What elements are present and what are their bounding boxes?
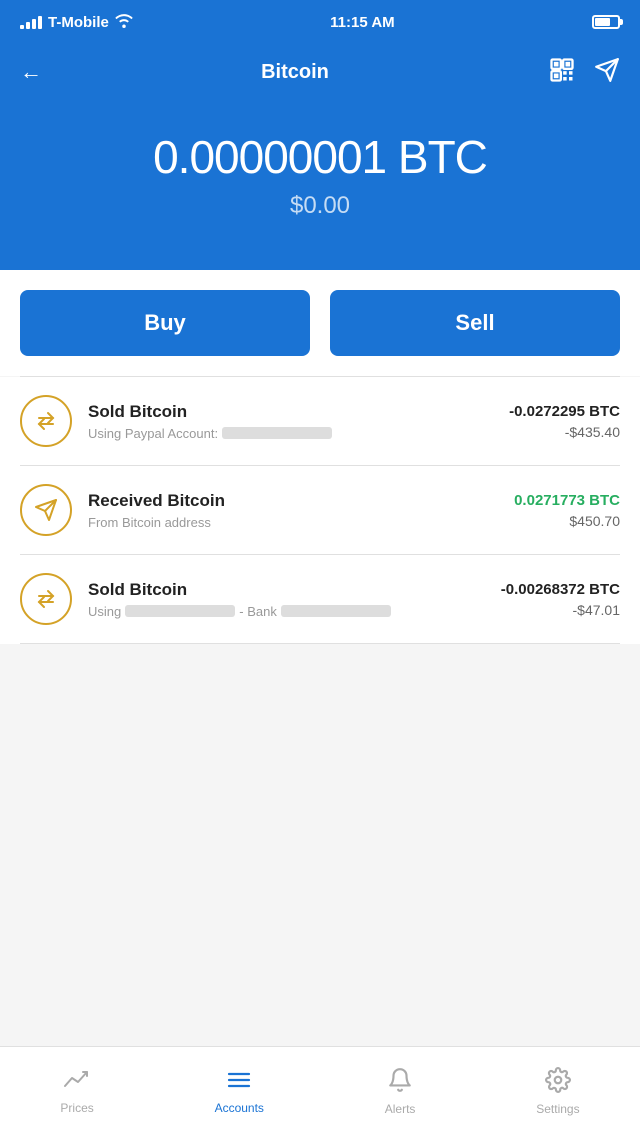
status-left: T-Mobile <box>20 14 133 31</box>
page-title: Bitcoin <box>261 61 329 84</box>
buy-button[interactable]: Buy <box>20 290 310 356</box>
tx-subtitle-2: From Bitcoin address <box>88 515 498 530</box>
accounts-icon <box>225 1068 253 1097</box>
tx-subtitle-1: Using Paypal Account: <box>88 426 493 441</box>
tab-accounts[interactable]: Accounts <box>195 1058 284 1125</box>
signal-bars <box>20 16 42 29</box>
table-row[interactable]: Received Bitcoin From Bitcoin address 0.… <box>0 466 640 554</box>
wifi-icon <box>115 14 133 31</box>
time-label: 11:15 AM <box>330 14 394 31</box>
tab-prices[interactable]: Prices <box>40 1058 113 1125</box>
status-bar: T-Mobile 11:15 AM <box>0 0 640 44</box>
table-row[interactable]: Sold Bitcoin Using - Bank -0.00268372 BT… <box>0 555 640 643</box>
status-right <box>592 15 620 29</box>
tx-amount-3: -0.00268372 BTC -$47.01 <box>501 581 620 618</box>
tx-btc-2: 0.0271773 BTC <box>514 492 620 509</box>
tx-usd-2: $450.70 <box>514 513 620 529</box>
tx-usd-1: -$435.40 <box>509 424 620 440</box>
tab-settings[interactable]: Settings <box>516 1057 599 1126</box>
action-buttons: Buy Sell <box>0 270 640 376</box>
settings-label: Settings <box>536 1102 579 1116</box>
usd-balance: $0.00 <box>20 192 620 220</box>
nav-bar: ← Bitcoin <box>0 44 640 100</box>
accounts-label: Accounts <box>215 1101 264 1115</box>
qr-icon[interactable] <box>548 56 576 89</box>
battery-icon <box>592 15 620 29</box>
tx-icon-sell-1 <box>20 395 72 447</box>
tx-usd-3: -$47.01 <box>501 602 620 618</box>
tx-title-3: Sold Bitcoin <box>88 580 485 600</box>
tx-amount-2: 0.0271773 BTC $450.70 <box>514 492 620 529</box>
tab-alerts[interactable]: Alerts <box>365 1057 436 1126</box>
prices-label: Prices <box>60 1101 93 1115</box>
back-button[interactable]: ← <box>20 59 42 85</box>
tx-content-1: Sold Bitcoin Using Paypal Account: <box>88 402 493 441</box>
btc-balance: 0.00000001 BTC <box>20 130 620 184</box>
redacted-1 <box>222 427 332 439</box>
sell-button[interactable]: Sell <box>330 290 620 356</box>
nav-icons <box>548 56 620 89</box>
prices-icon <box>63 1068 91 1097</box>
divider-4 <box>20 643 620 644</box>
tab-bar: Prices Accounts Alerts Settings <box>0 1046 640 1136</box>
tx-title-2: Received Bitcoin <box>88 491 498 511</box>
tx-icon-sell-2 <box>20 573 72 625</box>
redacted-3a <box>125 605 235 617</box>
table-row[interactable]: Sold Bitcoin Using Paypal Account: -0.02… <box>0 377 640 465</box>
settings-icon <box>545 1067 571 1098</box>
send-icon[interactable] <box>594 57 620 88</box>
carrier-label: T-Mobile <box>48 14 109 31</box>
alerts-label: Alerts <box>385 1102 416 1116</box>
hero-section: 0.00000001 BTC $0.00 <box>0 100 640 270</box>
tx-content-2: Received Bitcoin From Bitcoin address <box>88 491 498 530</box>
redacted-3b <box>281 605 391 617</box>
tx-content-3: Sold Bitcoin Using - Bank <box>88 580 485 619</box>
tx-btc-3: -0.00268372 BTC <box>501 581 620 598</box>
tx-icon-receive-1 <box>20 484 72 536</box>
tx-btc-1: -0.0272295 BTC <box>509 403 620 420</box>
tx-subtitle-3: Using - Bank <box>88 604 485 619</box>
alerts-icon <box>387 1067 413 1098</box>
tx-amount-1: -0.0272295 BTC -$435.40 <box>509 403 620 440</box>
tx-title-1: Sold Bitcoin <box>88 402 493 422</box>
transaction-list: Sold Bitcoin Using Paypal Account: -0.02… <box>0 377 640 644</box>
